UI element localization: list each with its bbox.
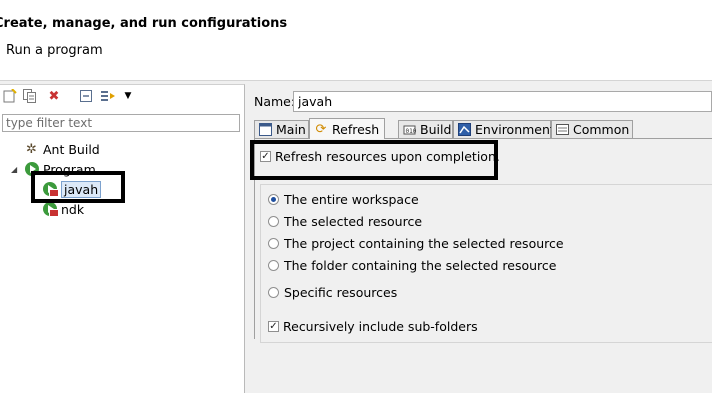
radio-label: The folder containing the selected resou…: [284, 258, 557, 273]
ant-icon: ✲: [26, 142, 37, 157]
launch-config-icon: [42, 201, 59, 217]
tab-label: Refresh: [332, 121, 380, 137]
tab-common[interactable]: Common: [551, 120, 633, 138]
configuration-editor: Name: Main ⟳ Refresh 010 Build Environme…: [248, 84, 712, 392]
radio-label: The entire workspace: [284, 192, 419, 207]
radio-indicator[interactable]: [268, 216, 279, 227]
checkbox-label: Recursively include sub-folders: [283, 319, 478, 334]
duplicate-icon[interactable]: [22, 88, 38, 104]
radio-specific-resources[interactable]: Specific resources: [268, 285, 397, 300]
build-icon: 010: [403, 123, 416, 137]
dialog-title: Create, manage, and run configurations: [0, 16, 288, 31]
radio-entire-workspace[interactable]: The entire workspace: [268, 192, 419, 207]
tab-label: Environment: [475, 122, 555, 137]
tree-item-label: Ant Build: [43, 141, 100, 157]
tab-label: Build: [420, 122, 452, 137]
tree-item-ant-build[interactable]: ✲ Ant Build: [24, 140, 100, 158]
tab-environment[interactable]: Environment: [453, 120, 555, 138]
radio-label: The selected resource: [284, 214, 423, 229]
tab-build[interactable]: 010 Build: [398, 120, 453, 138]
highlight-box: [250, 140, 498, 180]
tab-label: Main: [276, 122, 306, 137]
tree-toolbar: ✖ ▼: [0, 85, 244, 109]
svg-text:010: 010: [406, 128, 417, 135]
dropdown-icon[interactable]: ▼: [120, 88, 136, 104]
radio-folder-of-selected[interactable]: The folder containing the selected resou…: [268, 258, 556, 273]
radio-indicator[interactable]: [268, 287, 279, 298]
radio-label: Specific resources: [284, 285, 398, 300]
radio-indicator[interactable]: [268, 238, 279, 249]
main-tab-icon: [259, 123, 272, 137]
filter-input[interactable]: [2, 114, 240, 132]
tab-refresh[interactable]: ⟳ Refresh: [309, 118, 385, 139]
new-config-icon[interactable]: [2, 88, 18, 104]
highlight-box: [31, 171, 125, 203]
dialog-header: Create, manage, and run configurations R…: [0, 0, 712, 81]
environment-icon: [458, 123, 471, 137]
radio-indicator[interactable]: [268, 260, 279, 271]
checkbox-check-icon[interactable]: ✓: [268, 321, 279, 332]
radio-indicator[interactable]: [268, 194, 279, 205]
name-field[interactable]: [293, 91, 712, 112]
tab-label: Common: [573, 122, 630, 137]
radio-selected-resource[interactable]: The selected resource: [268, 214, 422, 229]
name-label: Name:: [254, 94, 296, 109]
recursive-subfolders-checkbox[interactable]: ✓ Recursively include sub-folders: [268, 319, 478, 334]
configuration-tree-pane: ✖ ▼ ✲ Ant Build ◢ Program javah ndk: [0, 84, 245, 393]
refresh-icon: ⟳: [315, 121, 327, 137]
radio-project-of-selected[interactable]: The project containing the selected reso…: [268, 236, 564, 251]
tab-main[interactable]: Main: [254, 120, 309, 138]
collapse-all-icon[interactable]: [78, 88, 94, 104]
delete-icon[interactable]: ✖: [46, 88, 62, 104]
radio-label: The project containing the selected reso…: [284, 236, 564, 251]
common-icon: [556, 123, 569, 137]
filter-icon[interactable]: [100, 88, 116, 104]
dialog-subtitle: Run a program: [6, 43, 103, 58]
expand-twisty-icon[interactable]: ◢: [11, 165, 17, 174]
tree-item-label: ndk: [61, 201, 85, 217]
